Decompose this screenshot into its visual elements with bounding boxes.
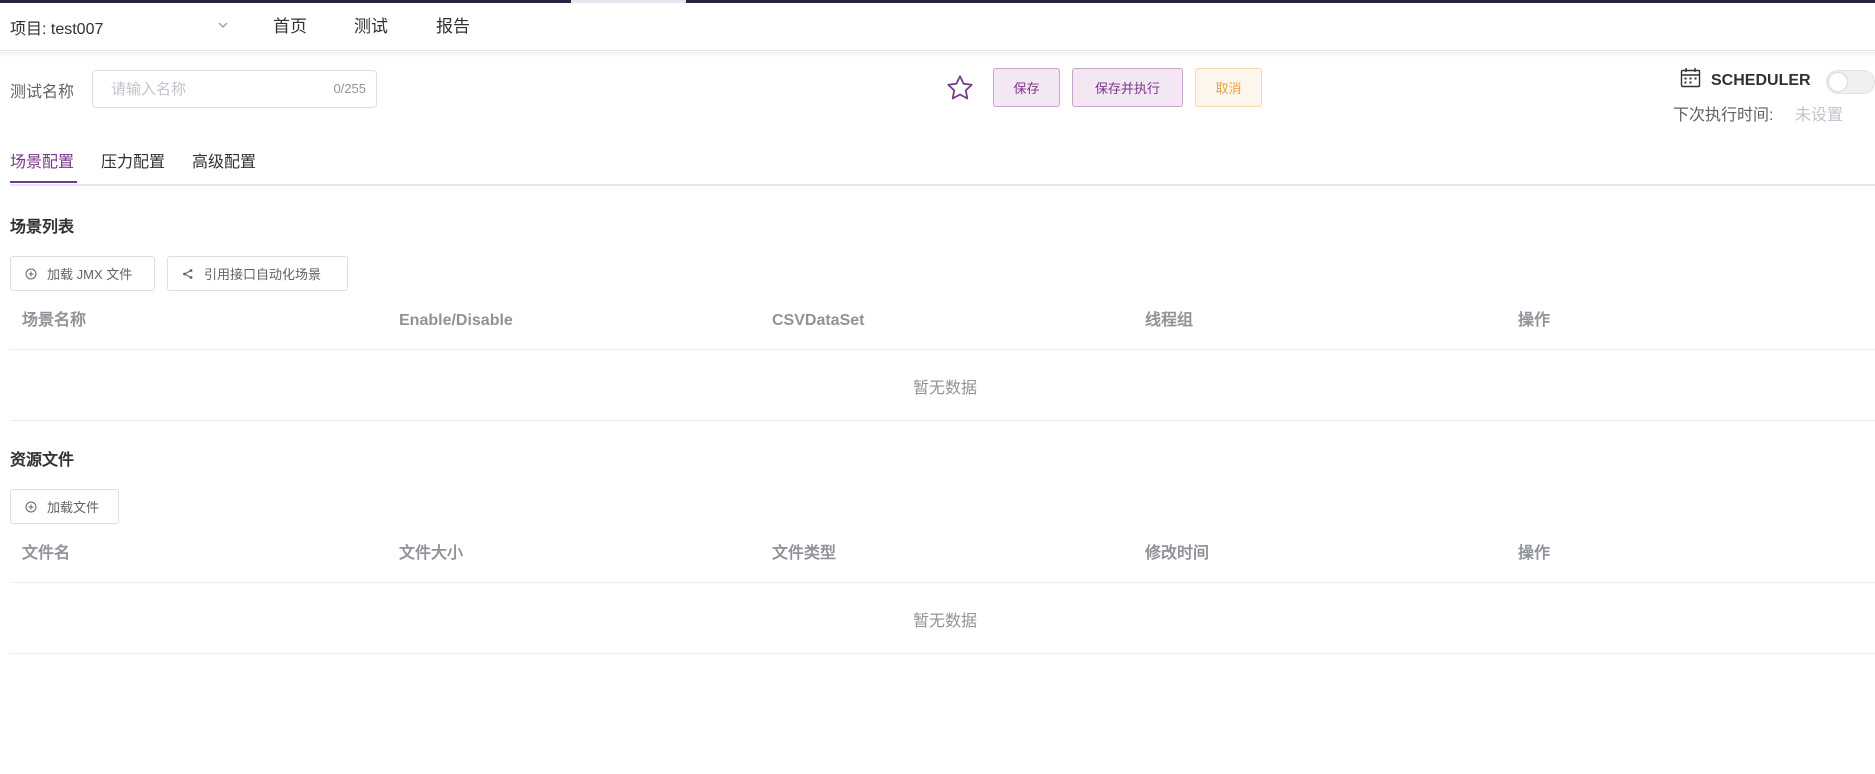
top-header: 项目: test007 首页 测试 报告 <box>0 3 1875 51</box>
circle-plus-icon <box>25 268 37 279</box>
save-button[interactable]: 保存 <box>993 68 1060 107</box>
reference-scenario-button[interactable]: 引用接口自动化场景 <box>167 256 348 291</box>
circle-plus-icon <box>25 501 37 512</box>
load-jmx-label: 加载 JMX 文件 <box>47 267 133 282</box>
active-tab-indicator <box>10 181 77 183</box>
project-select-label: 项目: test007 <box>10 20 104 38</box>
tab-advanced-config[interactable]: 高级配置 <box>192 148 256 172</box>
test-name-counter: 0/255 <box>333 81 366 96</box>
column-header: Enable/Disable <box>399 312 513 329</box>
column-header: 场景名称 <box>22 312 87 329</box>
resource-files-title: 资源文件 <box>10 452 75 469</box>
scenario-table-body: 暂无数据 <box>10 349 1875 421</box>
star-icon[interactable] <box>945 73 975 103</box>
resource-empty-text: 暂无数据 <box>912 613 977 630</box>
tab-pressure-config[interactable]: 压力配置 <box>101 148 165 172</box>
scenario-empty-text: 暂无数据 <box>912 380 977 397</box>
load-jmx-button[interactable]: 加载 JMX 文件 <box>10 256 155 291</box>
test-name-field[interactable]: 0/255 <box>92 70 377 108</box>
calendar-icon <box>1680 68 1701 88</box>
scenario-table-header: 场景名称 Enable/Disable CSVDataSet 线程组 操作 <box>10 297 1875 345</box>
next-run-value: 未设置 <box>1795 107 1844 124</box>
column-header: 文件名 <box>22 545 71 562</box>
header-divider <box>0 52 1875 58</box>
share-icon <box>183 268 193 279</box>
tab-scenario-config[interactable]: 场景配置 <box>10 148 74 172</box>
save-and-run-button[interactable]: 保存并执行 <box>1072 68 1183 107</box>
reference-scenario-label: 引用接口自动化场景 <box>204 267 322 282</box>
column-header: 文件类型 <box>772 545 837 562</box>
nav-test[interactable]: 测试 <box>354 3 388 50</box>
resource-table-header: 文件名 文件大小 文件类型 修改时间 操作 <box>10 530 1875 578</box>
chevron-down-icon <box>218 22 228 28</box>
next-run-label: 下次执行时间: <box>1673 107 1774 124</box>
load-file-label: 加载文件 <box>47 500 100 515</box>
nav-report[interactable]: 报告 <box>436 3 470 50</box>
scheduler-toggle[interactable] <box>1826 70 1875 94</box>
column-header: 文件大小 <box>399 545 464 562</box>
load-file-button[interactable]: 加载文件 <box>10 489 119 524</box>
scheduler-toggle-knob <box>1829 73 1847 91</box>
config-tabs: 场景配置 压力配置 高级配置 <box>10 140 1875 186</box>
test-name-label: 测试名称 <box>10 84 75 101</box>
column-header: 操作 <box>1518 312 1551 329</box>
scheduler-label: SCHEDULER <box>1711 72 1811 89</box>
project-select[interactable]: 项目: test007 <box>10 3 228 50</box>
test-name-input[interactable] <box>111 79 311 99</box>
column-header: CSVDataSet <box>772 312 865 329</box>
cancel-button[interactable]: 取消 <box>1195 68 1262 107</box>
column-header: 操作 <box>1518 545 1551 562</box>
column-header: 修改时间 <box>1145 545 1210 562</box>
column-header: 线程组 <box>1145 312 1194 329</box>
scenario-list-title: 场景列表 <box>10 219 75 236</box>
resource-table-body: 暂无数据 <box>10 582 1875 654</box>
nav-home[interactable]: 首页 <box>273 3 307 50</box>
